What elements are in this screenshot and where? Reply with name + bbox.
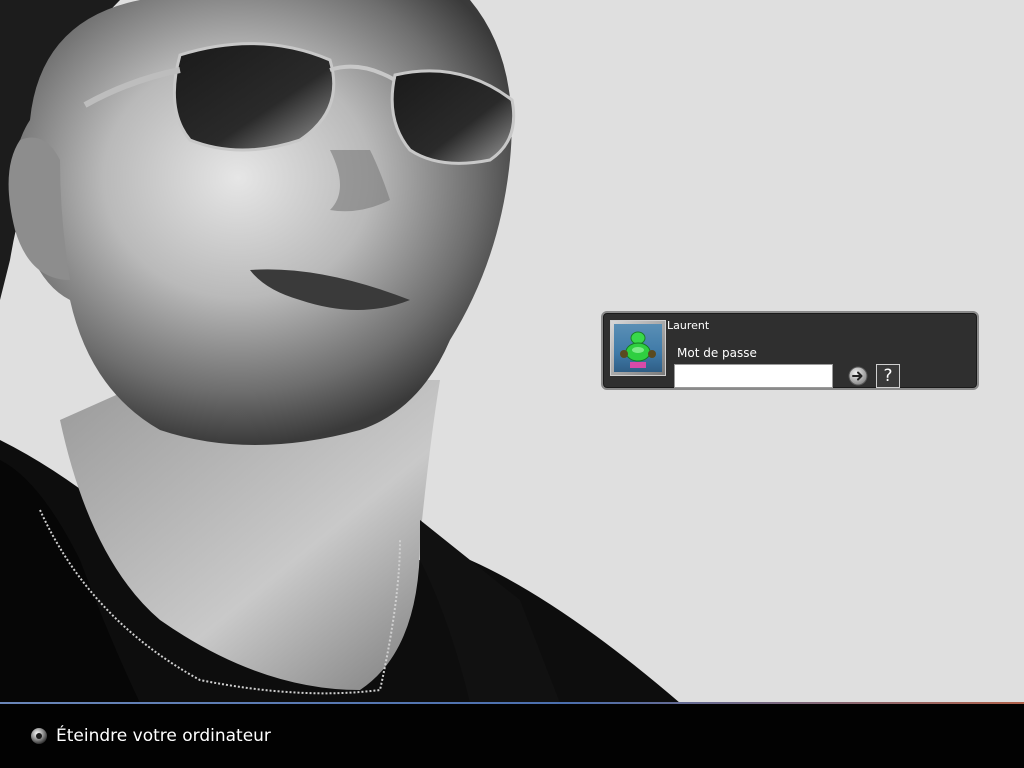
password-hint-button[interactable]: ?: [876, 364, 900, 388]
arrow-right-icon: [848, 366, 868, 386]
shutdown-button[interactable]: Éteindre votre ordinateur: [30, 726, 271, 746]
bottom-bar: Éteindre votre ordinateur: [0, 704, 1024, 768]
submit-login-button[interactable]: [848, 366, 868, 386]
frog-figure-icon: [620, 331, 656, 368]
avatar: [614, 324, 662, 372]
login-panel: Laurent Mot de passe ?: [601, 311, 979, 390]
login-screen: Laurent Mot de passe ? Éteindre votre or…: [0, 0, 1024, 768]
user-name: Laurent: [667, 319, 710, 332]
password-label: Mot de passe: [677, 346, 757, 360]
power-icon: [31, 728, 47, 744]
password-input[interactable]: [674, 364, 833, 388]
user-avatar-button[interactable]: [610, 320, 666, 376]
shutdown-label: Éteindre votre ordinateur: [56, 726, 271, 746]
